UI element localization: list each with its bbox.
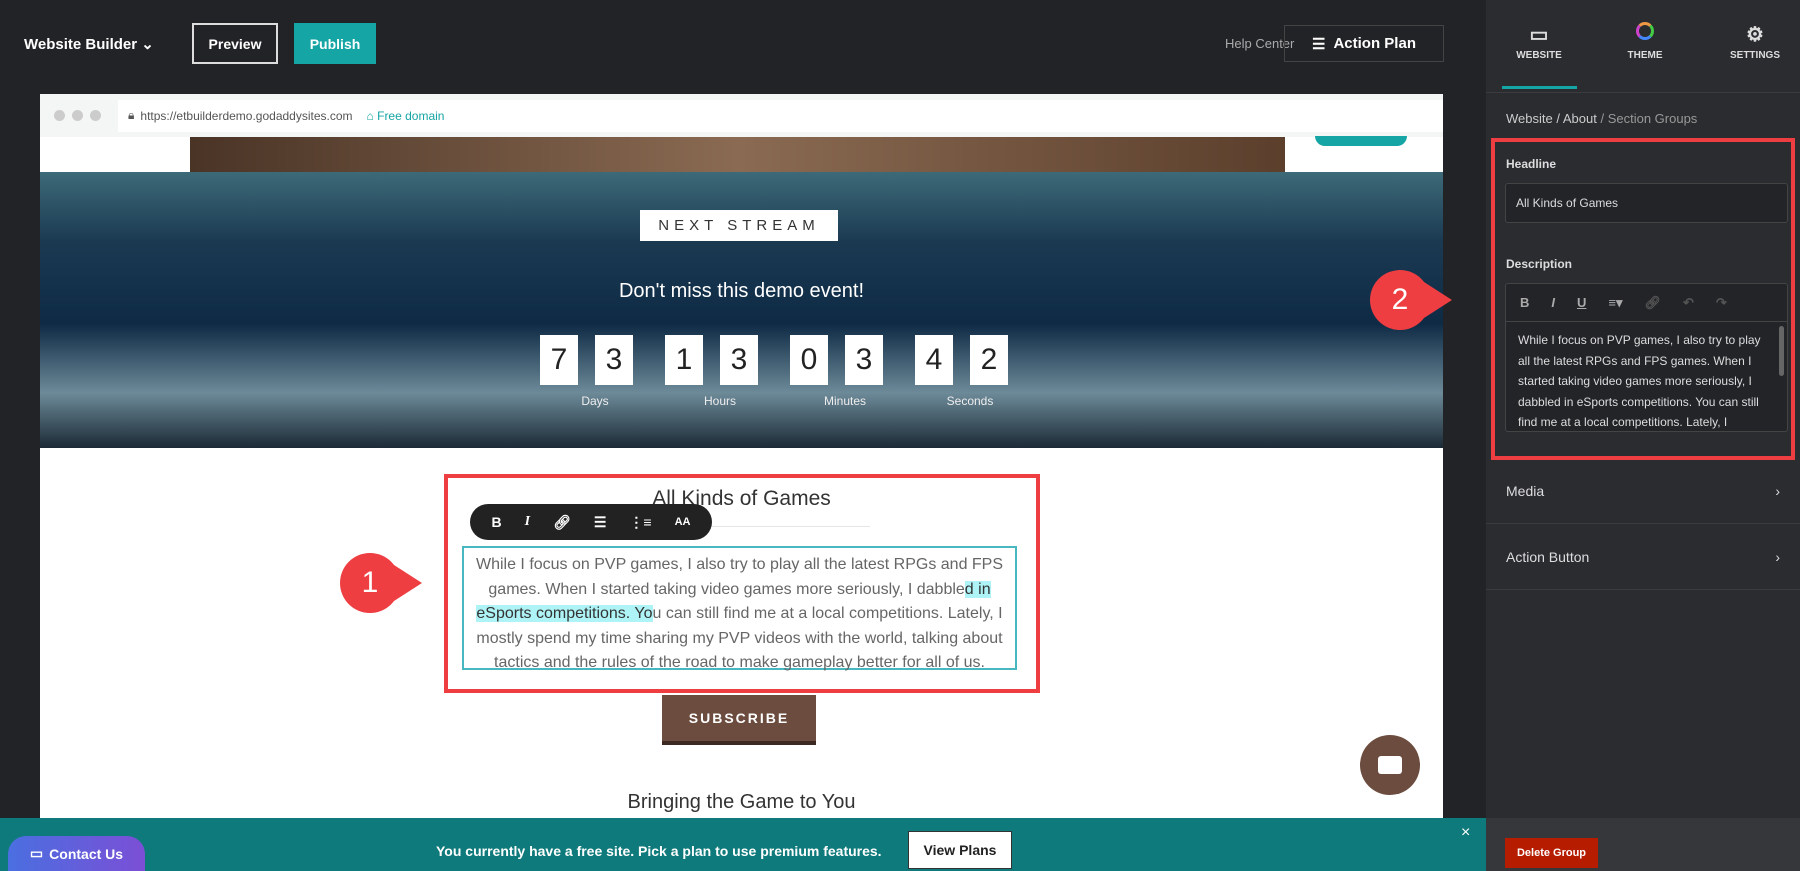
- publish-button[interactable]: Publish: [294, 23, 376, 64]
- breadcrumb-about[interactable]: / About: [1556, 111, 1596, 126]
- gear-icon: ⚙: [1746, 24, 1764, 46]
- contact-label: Contact Us: [49, 845, 124, 862]
- countdown-label: Hours: [703, 394, 736, 408]
- annotation-box-1: [444, 474, 1040, 693]
- browser-window-icon: ▭: [1529, 24, 1549, 46]
- countdown-digit: 2: [970, 335, 1008, 385]
- header-button[interactable]: [1315, 136, 1407, 146]
- tab-label: WEBSITE: [1516, 50, 1562, 61]
- tab-settings[interactable]: ⚙ SETTINGS: [1710, 22, 1800, 61]
- countdown-digit: 3: [595, 335, 633, 385]
- countdown-digit: 7: [540, 335, 578, 385]
- row-label: Media: [1506, 482, 1545, 499]
- delete-group-button[interactable]: Delete Group: [1505, 838, 1598, 868]
- annotation-badge-2: 2: [1370, 270, 1452, 330]
- action-button-row[interactable]: Action Button ›: [1486, 524, 1800, 590]
- action-plan-label: Action Plan: [1333, 35, 1416, 52]
- preview-button[interactable]: Preview: [192, 23, 278, 64]
- window-dot: [90, 110, 101, 121]
- chevron-right-icon: ›: [1775, 482, 1780, 499]
- countdown-label: Minutes: [823, 394, 867, 408]
- free-domain-label: Free domain: [377, 108, 445, 123]
- action-plan-button[interactable]: ☰ Action Plan: [1284, 25, 1444, 62]
- next-section-headline: Bringing the Game to You: [627, 791, 856, 813]
- countdown-digit: 1: [665, 335, 703, 385]
- site-preview: 🔒︎ https://etbuilderdemo.godaddysites.com…: [40, 94, 1443, 818]
- breadcrumb-section-groups: / Section Groups: [1600, 111, 1698, 126]
- chevron-right-icon: ›: [1775, 548, 1780, 565]
- chat-button[interactable]: [1360, 735, 1420, 795]
- lock-icon: 🔒︎: [128, 108, 135, 122]
- countdown-label: Days: [581, 394, 609, 408]
- window-dot: [72, 110, 83, 121]
- active-tab-indicator: [1502, 86, 1577, 89]
- site-url: https://etbuilderdemo.godaddysites.com: [140, 108, 353, 123]
- contact-us-button[interactable]: ▭ Contact Us: [8, 836, 145, 871]
- app-title: Website Builder: [24, 36, 138, 53]
- hero-subtitle: Don't miss this demo event!: [618, 280, 865, 302]
- free-domain-link[interactable]: ⌂ Free domain: [367, 109, 445, 123]
- chevron-down-icon: ⌄: [141, 36, 154, 53]
- hero-section: NEXT STREAM Don't miss this demo event! …: [40, 172, 1443, 448]
- website-builder-menu[interactable]: Website Builder ⌄: [24, 35, 154, 53]
- media-row[interactable]: Media ›: [1486, 458, 1800, 524]
- tab-label: SETTINGS: [1729, 50, 1780, 61]
- row-label: Action Button: [1506, 548, 1590, 565]
- chat-icon: ▭: [29, 845, 44, 861]
- tab-website[interactable]: ▭ WEBSITE: [1494, 22, 1584, 61]
- list-icon: ☰: [1312, 35, 1326, 53]
- breadcrumb: Website / About / Section Groups: [1506, 111, 1697, 126]
- tab-theme[interactable]: THEME: [1600, 22, 1690, 61]
- breadcrumb-website[interactable]: Website: [1506, 111, 1553, 126]
- banner-message: You currently have a free site. Pick a p…: [436, 843, 882, 859]
- close-banner-icon[interactable]: ×: [1461, 824, 1470, 842]
- annotation-badge-1: 1: [340, 553, 422, 613]
- color-wheel-icon: [1600, 22, 1690, 50]
- url-bar: 🔒︎ https://etbuilderdemo.godaddysites.com…: [40, 94, 1443, 137]
- view-plans-button[interactable]: View Plans: [908, 831, 1012, 869]
- annotation-box-2: [1491, 138, 1795, 460]
- hero-image-top: [190, 137, 1285, 172]
- next-stream-badge: NEXT STREAM: [640, 210, 838, 241]
- countdown-digit: 3: [845, 335, 883, 385]
- countdown-digit: 3: [720, 335, 758, 385]
- window-dot: [54, 110, 65, 121]
- chat-icon: [1378, 756, 1402, 774]
- divider: [1486, 92, 1800, 93]
- tab-label: THEME: [1627, 50, 1663, 61]
- countdown-digit: 0: [790, 335, 828, 385]
- countdown-label: Seconds: [946, 394, 994, 408]
- subscribe-button[interactable]: SUBSCRIBE: [662, 695, 816, 745]
- countdown-digit: 4: [915, 335, 953, 385]
